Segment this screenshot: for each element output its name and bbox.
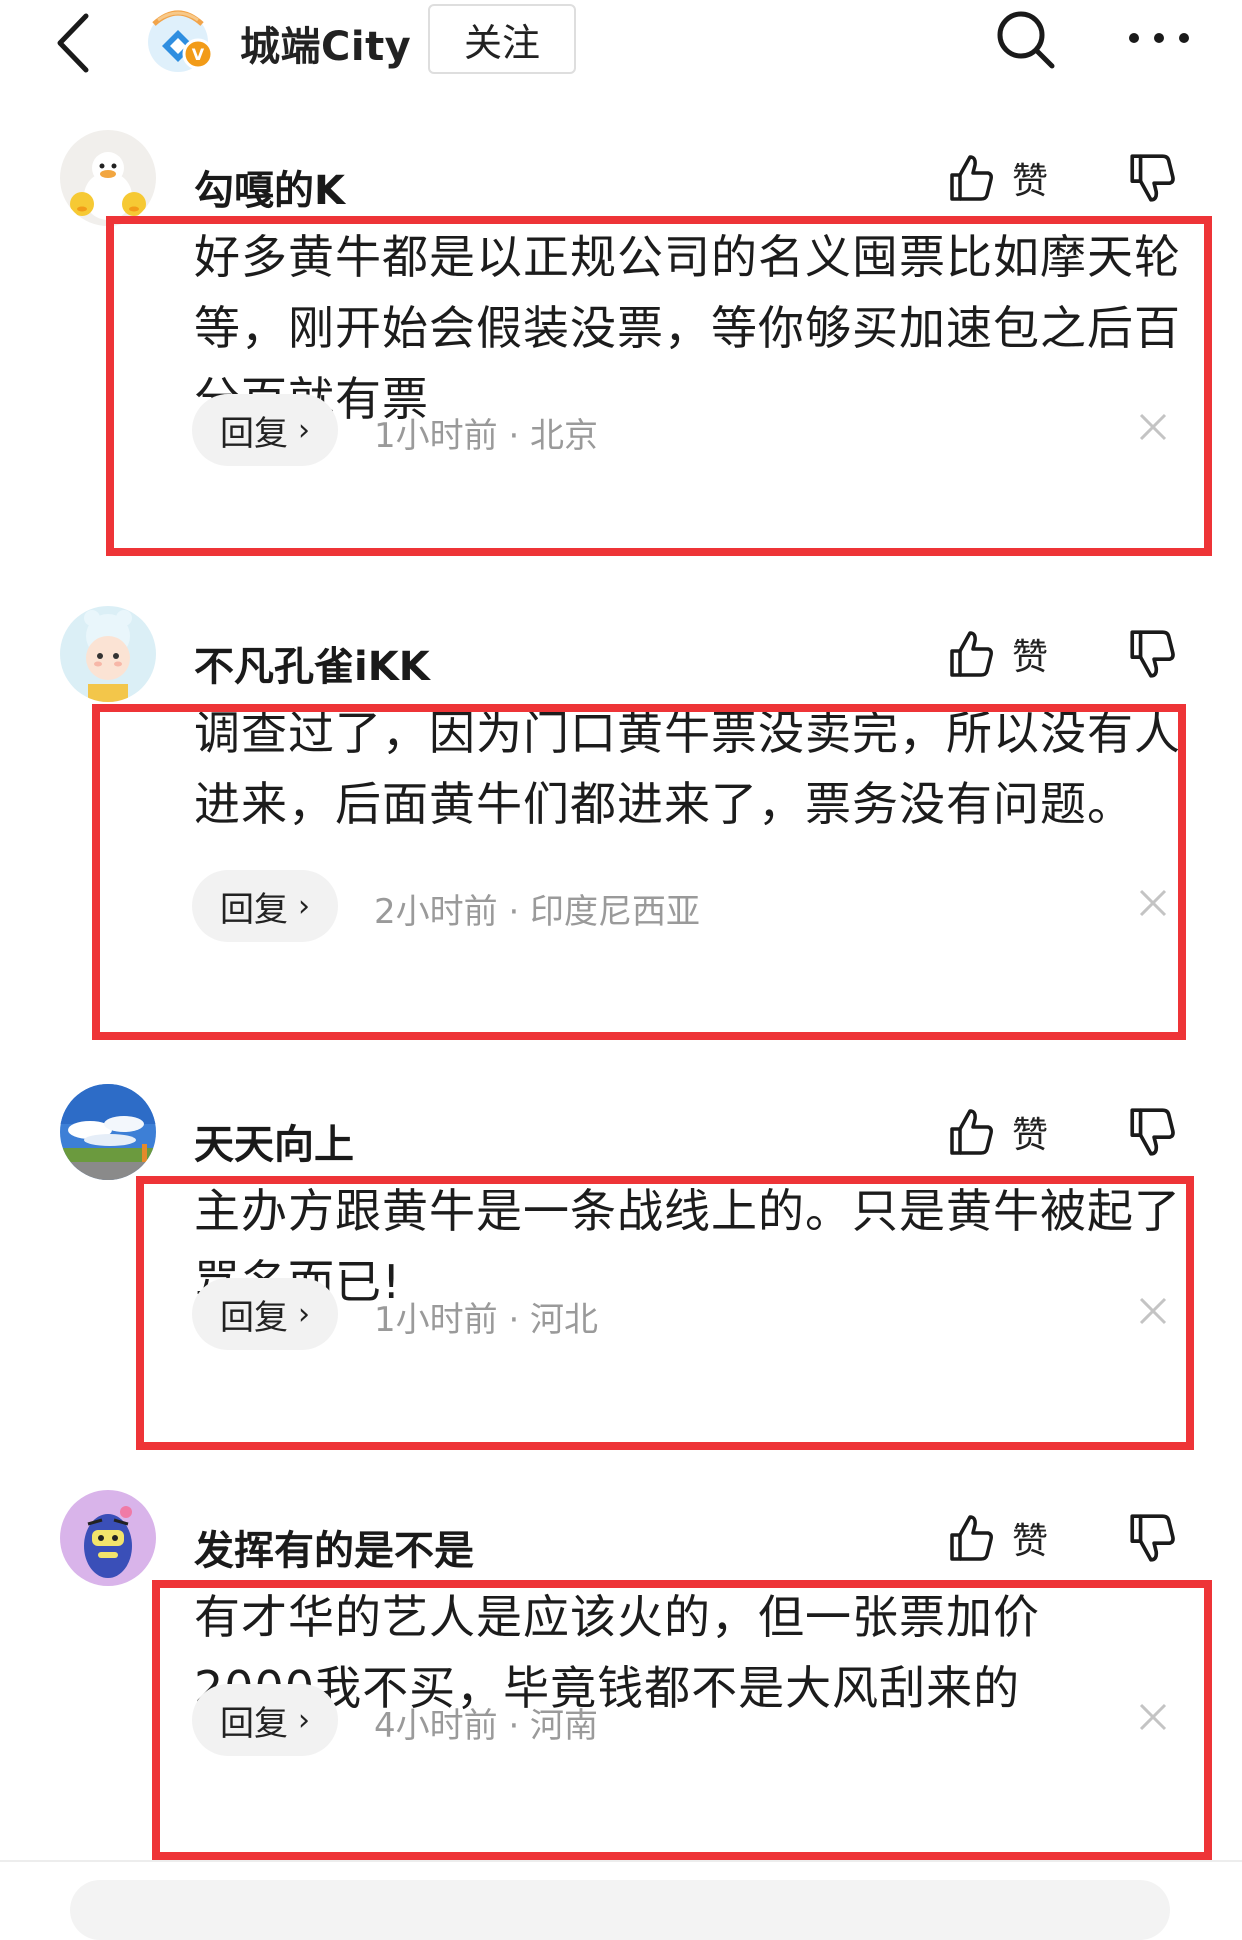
account-logo[interactable]: V <box>140 2 220 78</box>
like-button[interactable]: 赞 <box>948 626 1078 682</box>
thumbs-up-icon <box>950 1515 993 1561</box>
svg-text:V: V <box>192 45 205 64</box>
search-icon[interactable] <box>992 6 1058 72</box>
top-nav-bar: V 城端City 关注 <box>0 0 1242 90</box>
highlight-box <box>136 1176 1194 1450</box>
like-label: 赞 <box>1012 637 1049 678</box>
like-label: 赞 <box>1012 1521 1049 1562</box>
divider <box>0 1860 1242 1862</box>
comment-item: 勾嘎的K 赞 好多黄牛都是以正规公司的名义囤票比如摩天轮等，刚开始会假装没票，等… <box>0 130 1242 560</box>
back-arrow-icon[interactable] <box>48 8 98 78</box>
comment-item: 天天向上 赞 主办方跟黄牛是一条战线上的。只是黄牛被起了骂名而已! 回复› 1小… <box>0 1084 1242 1454</box>
thumbs-down-icon[interactable] <box>1128 628 1176 680</box>
highlight-box <box>152 1580 1212 1860</box>
username[interactable]: 发挥有的是不是 <box>194 1518 474 1576</box>
more-dots-icon[interactable] <box>1124 20 1194 56</box>
thumbs-up-icon <box>950 155 993 201</box>
avatar[interactable] <box>60 606 156 702</box>
thumbs-down-icon[interactable] <box>1128 152 1176 204</box>
thumbs-up-icon <box>950 631 993 677</box>
like-label: 赞 <box>1012 161 1049 202</box>
username[interactable]: 不凡孔雀iKK <box>194 634 430 692</box>
avatar[interactable] <box>60 1490 156 1586</box>
comment-item: 发挥有的是不是 赞 有才华的艺人是应该火的，但一张票加价2000我不买，毕竟钱都… <box>0 1490 1242 1860</box>
comment-item: 不凡孔雀iKK 赞 调查过了，因为门口黄牛票没卖完，所以没有人进来，后面黄牛们都… <box>0 606 1242 1046</box>
like-button[interactable]: 赞 <box>948 1104 1078 1160</box>
comment-input-bar[interactable] <box>70 1880 1170 1940</box>
avatar[interactable] <box>60 1084 156 1180</box>
thumbs-up-icon <box>950 1109 993 1155</box>
follow-button[interactable]: 关注 <box>428 4 576 74</box>
highlight-box <box>92 704 1186 1040</box>
like-button[interactable]: 赞 <box>948 150 1078 206</box>
avatar[interactable] <box>60 130 156 226</box>
like-label: 赞 <box>1012 1115 1049 1156</box>
username[interactable]: 天天向上 <box>194 1112 354 1170</box>
account-name[interactable]: 城端City <box>240 14 411 72</box>
highlight-box <box>106 216 1212 556</box>
username[interactable]: 勾嘎的K <box>194 158 345 216</box>
thumbs-down-icon[interactable] <box>1128 1106 1176 1158</box>
like-button[interactable]: 赞 <box>948 1510 1078 1566</box>
thumbs-down-icon[interactable] <box>1128 1512 1176 1564</box>
